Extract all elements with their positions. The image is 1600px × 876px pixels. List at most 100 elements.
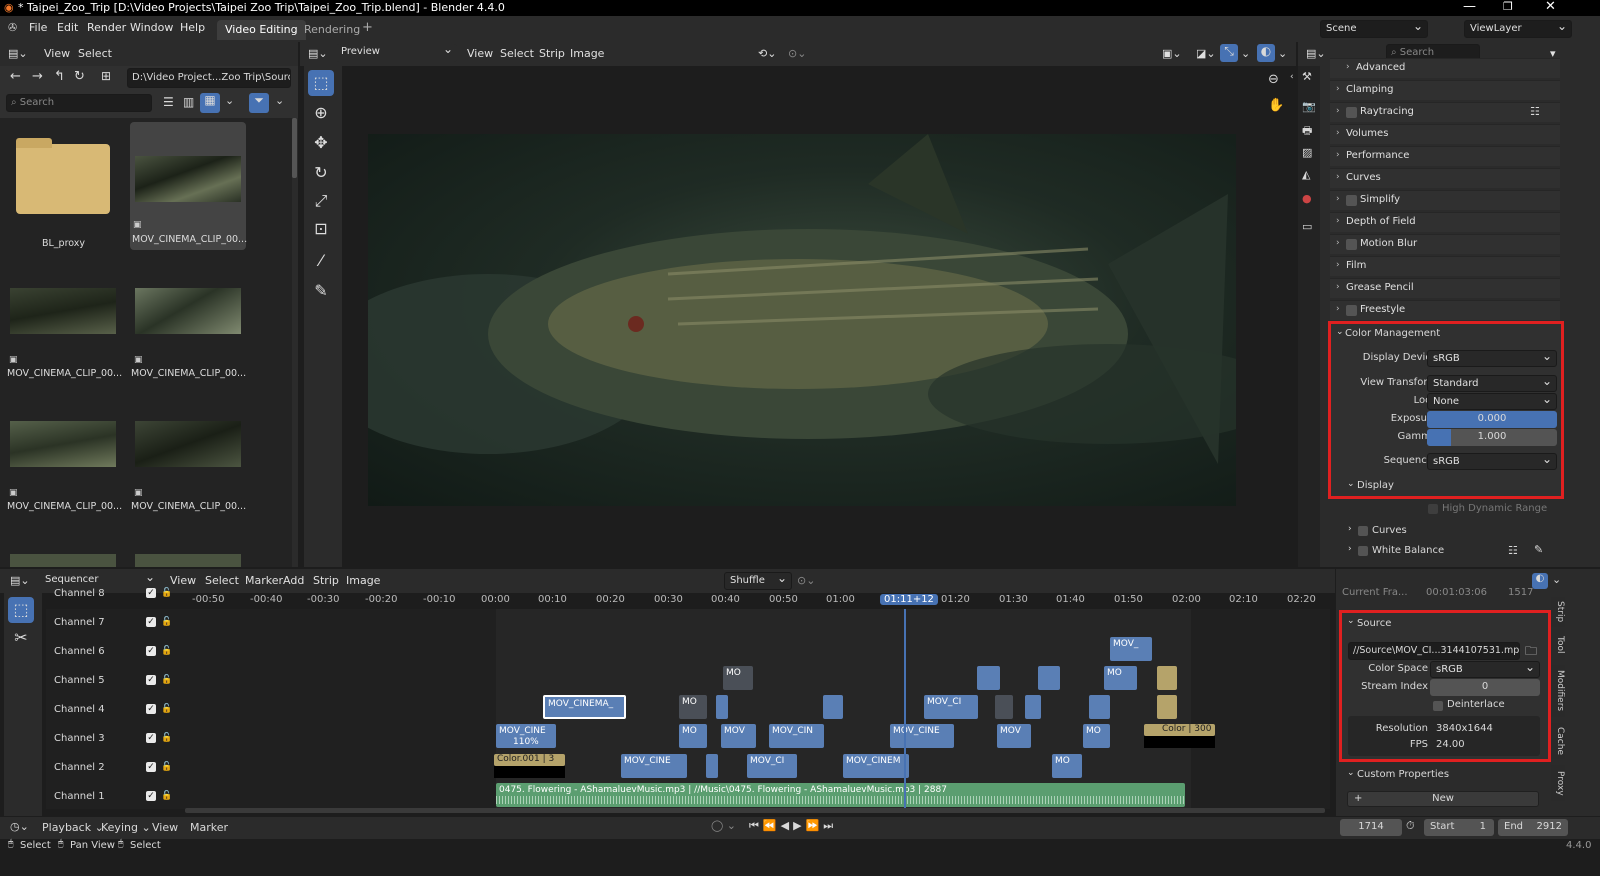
new-property-button[interactable]: + New <box>1347 791 1539 807</box>
blender-menu-icon[interactable]: ✇ <box>8 21 17 34</box>
deinterlace-checkbox[interactable] <box>1433 701 1443 711</box>
tab-tool[interactable]: Tool <box>1551 630 1565 660</box>
chevron-right-icon[interactable]: › <box>1348 524 1352 534</box>
maximize-icon[interactable]: ❐ <box>1503 0 1513 13</box>
channel-mute-checkbox[interactable]: ✓ <box>146 762 156 772</box>
strip-channel3[interactable]: MO <box>679 724 707 748</box>
cursor-tool-icon[interactable]: ⊕ <box>308 100 334 126</box>
overlays-options-icon[interactable]: ⌄ <box>1278 47 1287 60</box>
overlays-icon[interactable]: ◐ <box>1532 573 1548 589</box>
lock-icon[interactable]: 🔓 <box>161 704 172 714</box>
list-icon[interactable]: ☷ <box>1508 544 1518 557</box>
panel-freestyle[interactable]: › Freestyle <box>1330 300 1560 320</box>
tab-rendering[interactable]: Rendering <box>296 20 368 40</box>
display-size-icon[interactable]: ⌄ <box>225 94 234 107</box>
overlays-options-icon[interactable]: ⌄ <box>1552 573 1561 586</box>
list-icon[interactable]: ☷ <box>1530 105 1540 118</box>
curves-subpanel-label[interactable]: Curves <box>1372 525 1407 536</box>
forward-icon[interactable]: → <box>32 69 43 84</box>
collection-tab-icon[interactable]: ▭ <box>1302 220 1312 233</box>
strip-channel2[interactable]: MOV_CI <box>747 754 797 778</box>
file-browser-scrollbar[interactable] <box>292 118 297 178</box>
panel-performance[interactable]: › Performance <box>1330 146 1560 166</box>
annotate-tool-icon[interactable]: ✎ <box>308 278 334 304</box>
look-dropdown[interactable]: None <box>1427 392 1557 410</box>
chevron-down-icon[interactable]: ⌄ <box>1347 479 1355 489</box>
seq-menu-marker[interactable]: Marker <box>245 574 283 587</box>
panel-depth-of-field[interactable]: › Depth of Field <box>1330 212 1560 232</box>
play-icon[interactable]: ▶ <box>793 819 805 832</box>
color-space-dropdown[interactable]: sRGB <box>1430 660 1540 678</box>
channel-mute-checkbox[interactable]: ✓ <box>146 646 156 656</box>
curves-checkbox[interactable] <box>1358 526 1368 536</box>
display-device-dropdown[interactable]: sRGB <box>1427 349 1557 367</box>
strip-channel3[interactable]: MOV_CIN <box>769 724 824 748</box>
playback-menu[interactable]: Playback ⌄ <box>42 821 104 834</box>
fb-menu-view[interactable]: View <box>44 47 70 60</box>
source-panel-title[interactable]: Source <box>1357 618 1391 629</box>
file-item-folder[interactable]: BL_proxy <box>10 124 118 249</box>
strip-channel2[interactable]: MO <box>1052 754 1082 778</box>
channel-mute-checkbox[interactable]: ✓ <box>146 704 156 714</box>
overlays-icon[interactable]: ◐ <box>1257 44 1275 62</box>
view-transform-dropdown[interactable]: Standard <box>1427 374 1557 392</box>
menu-window[interactable]: Window <box>130 21 173 34</box>
file-item[interactable]: ▣ MOV_CINEMA_CLIP_00... <box>6 288 122 398</box>
panel-advanced[interactable]: › Advanced <box>1330 58 1560 78</box>
custom-properties-title[interactable]: Custom Properties <box>1357 769 1449 780</box>
channel-mute-checkbox[interactable]: ✓ <box>146 588 156 598</box>
scene-tab-icon[interactable]: ◭ <box>1302 168 1310 181</box>
lock-icon[interactable]: 🔓 <box>161 675 172 685</box>
thumbnails-icon[interactable]: ▦ <box>200 93 220 113</box>
hdr-checkbox[interactable] <box>1428 504 1438 514</box>
play-reverse-icon[interactable]: ◀ <box>781 819 793 832</box>
menu-edit[interactable]: Edit <box>57 21 78 34</box>
snap-magnet-icon[interactable]: ⊙⌄ <box>788 47 806 60</box>
editor-type-icon[interactable]: ▤⌄ <box>8 47 28 60</box>
strip-channel3[interactable]: MOV_CINE <box>890 724 954 748</box>
scene-selector[interactable]: Scene <box>1320 19 1428 38</box>
audio-strip[interactable]: 0475. Flowering - AShamaluevMusic.mp3 | … <box>496 783 1185 807</box>
sequencer-colorspace-dropdown[interactable]: sRGB <box>1427 452 1557 470</box>
filter-options-icon[interactable]: ⌄ <box>275 94 284 107</box>
strip-channel5-color[interactable] <box>1157 666 1177 690</box>
zoom-icon[interactable]: ⊖ <box>1268 72 1279 87</box>
end-frame-field[interactable]: End 2912 <box>1498 819 1568 836</box>
panel-clamping[interactable]: › Clamping <box>1330 80 1560 100</box>
sequencer-h-scrollbar[interactable] <box>185 808 1325 813</box>
menu-help[interactable]: Help <box>180 21 205 34</box>
file-item[interactable]: ▣ MOV_CINEMA_CLIP_00... <box>130 421 246 531</box>
directory-path-field[interactable]: D:\Video Project...Zoo Trip\Source\ <box>127 68 291 88</box>
scale-tool-icon[interactable]: ⤢ <box>308 188 334 214</box>
channel-mute-checkbox[interactable]: ✓ <box>146 617 156 627</box>
strip-channel4[interactable] <box>1025 695 1041 719</box>
editor-type-icon[interactable]: ▤⌄ <box>308 47 328 60</box>
white-balance-checkbox[interactable] <box>1358 546 1368 556</box>
output-tab-icon[interactable]: 🖶 <box>1302 122 1312 141</box>
editor-type-icon[interactable]: ▤⌄ <box>10 574 30 587</box>
snap-magnet-icon[interactable]: ⊙⌄ <box>797 574 815 587</box>
blade-tool-icon[interactable]: ✂ <box>8 625 34 651</box>
minimize-icon[interactable]: — <box>1463 0 1476 14</box>
strip-channel5[interactable]: MO <box>1104 666 1137 690</box>
strip-channel5[interactable] <box>977 666 1000 690</box>
exposure-slider[interactable]: 0.000 <box>1427 411 1557 428</box>
stream-index-field[interactable]: 0 <box>1430 679 1540 696</box>
keying-menu[interactable]: Keying ⌄ <box>101 821 151 834</box>
fb-menu-select[interactable]: Select <box>78 47 112 60</box>
strip-channel3[interactable]: MO <box>1083 724 1110 748</box>
lock-icon[interactable]: 🔓 <box>161 733 172 743</box>
editor-type-icon[interactable]: ◷⌄ <box>10 820 29 833</box>
tab-modifiers[interactable]: Modifiers <box>1551 665 1565 717</box>
chevron-down-icon[interactable]: ⌄ <box>1336 327 1344 337</box>
parent-dir-icon[interactable]: ↰ <box>54 69 65 84</box>
rotate-tool-icon[interactable]: ↻ <box>308 160 334 186</box>
tab-cache[interactable]: Cache <box>1551 723 1565 759</box>
gizmo-options-icon[interactable]: ⌄ <box>1241 47 1250 60</box>
horizontal-list-icon[interactable]: ▥ <box>183 95 194 109</box>
color-management-title[interactable]: Color Management <box>1345 328 1440 339</box>
strip-channel4[interactable]: MOV_CI <box>924 695 978 719</box>
chevron-down-icon[interactable]: ⌄ <box>1347 768 1355 778</box>
channel-mute-checkbox[interactable]: ✓ <box>146 733 156 743</box>
strip-channel4[interactable] <box>995 695 1013 719</box>
